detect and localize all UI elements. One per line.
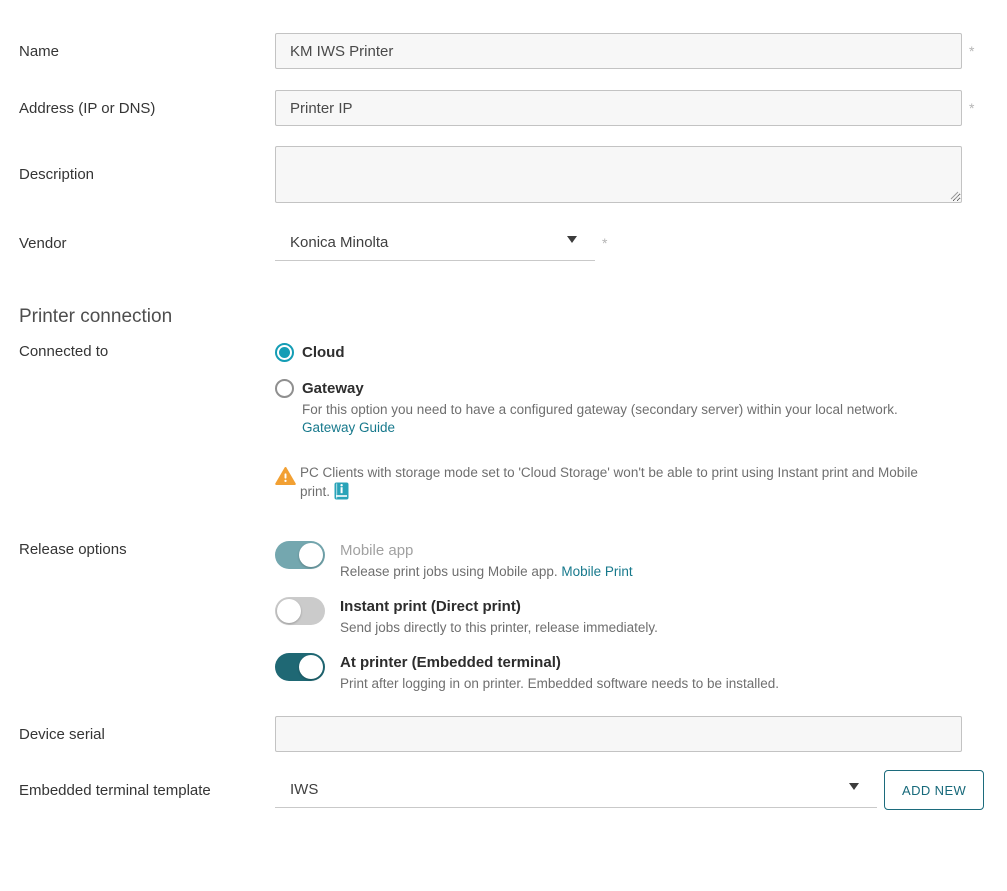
add-new-button[interactable]: ADD NEW bbox=[884, 770, 984, 810]
description-textarea[interactable] bbox=[275, 146, 962, 203]
embedded-terminal-select[interactable]: IWS bbox=[275, 772, 877, 808]
description-label: Description bbox=[0, 166, 275, 183]
at-printer-description: Print after logging in on printer. Embed… bbox=[340, 675, 779, 693]
name-row: Name * bbox=[0, 33, 1007, 69]
address-label: Address (IP or DNS) bbox=[0, 100, 275, 117]
toggle-row-instant-print: Instant print (Direct print) Send jobs d… bbox=[275, 597, 779, 637]
toggle-knob bbox=[299, 543, 323, 567]
radio-button-gateway[interactable] bbox=[275, 379, 294, 398]
vendor-row: Vendor Konica Minolta * bbox=[0, 225, 1007, 261]
warning-text: PC Clients with storage mode set to 'Clo… bbox=[300, 464, 951, 501]
at-printer-toggle[interactable] bbox=[275, 653, 325, 681]
info-manual-icon[interactable] bbox=[334, 482, 349, 500]
description-row: Description bbox=[0, 146, 1007, 203]
required-asterisk: * bbox=[969, 43, 974, 59]
chevron-down-icon bbox=[849, 783, 859, 790]
mobile-app-description: Release print jobs using Mobile app. Mob… bbox=[340, 563, 633, 581]
mobile-app-toggle[interactable] bbox=[275, 541, 325, 569]
mobile-app-title: Mobile app bbox=[340, 541, 633, 561]
device-serial-label: Device serial bbox=[0, 726, 275, 743]
toggle-knob bbox=[299, 655, 323, 679]
name-label: Name bbox=[0, 43, 275, 60]
warning-triangle-icon bbox=[275, 466, 296, 486]
toggle-row-at-printer: At printer (Embedded terminal) Print aft… bbox=[275, 653, 779, 693]
radio-label-cloud[interactable]: Cloud bbox=[302, 343, 345, 362]
instant-print-description: Send jobs directly to this printer, rele… bbox=[340, 619, 658, 637]
embedded-terminal-select-value: IWS bbox=[275, 781, 318, 798]
device-serial-row: Device serial bbox=[0, 716, 1007, 752]
mobile-print-link[interactable]: Mobile Print bbox=[561, 564, 632, 579]
instant-print-title: Instant print (Direct print) bbox=[340, 597, 658, 617]
radio-option-cloud[interactable]: Cloud bbox=[275, 343, 951, 362]
radio-label-gateway[interactable]: Gateway bbox=[302, 379, 898, 398]
vendor-select-value: Konica Minolta bbox=[275, 234, 388, 251]
gateway-description: For this option you need to have a confi… bbox=[302, 401, 898, 419]
vendor-select[interactable]: Konica Minolta bbox=[275, 225, 595, 261]
connected-to-row: Connected to Cloud Gateway For this opti… bbox=[0, 343, 1007, 501]
radio-option-gateway[interactable]: Gateway For this option you need to have… bbox=[275, 379, 951, 437]
address-row: Address (IP or DNS) * bbox=[0, 90, 1007, 126]
gateway-guide-link[interactable]: Gateway Guide bbox=[302, 420, 395, 435]
printer-connection-heading: Printer connection bbox=[19, 306, 1007, 328]
toggle-row-mobile-app: Mobile app Release print jobs using Mobi… bbox=[275, 541, 779, 581]
chevron-down-icon bbox=[567, 236, 577, 243]
instant-print-toggle[interactable] bbox=[275, 597, 325, 625]
toggle-knob bbox=[277, 599, 301, 623]
required-asterisk: * bbox=[602, 235, 607, 251]
embedded-terminal-label: Embedded terminal template bbox=[0, 782, 275, 799]
release-options-row: Release options Mobile app Release print… bbox=[0, 541, 1007, 693]
required-asterisk: * bbox=[969, 100, 974, 116]
vendor-label: Vendor bbox=[0, 235, 275, 252]
device-serial-input[interactable] bbox=[275, 716, 962, 752]
radio-button-cloud[interactable] bbox=[275, 343, 294, 362]
connected-to-label: Connected to bbox=[0, 343, 275, 360]
address-input[interactable] bbox=[275, 90, 962, 126]
embedded-terminal-row: Embedded terminal template IWS ADD NEW bbox=[0, 770, 1007, 810]
at-printer-title: At printer (Embedded terminal) bbox=[340, 653, 779, 673]
warning-banner: PC Clients with storage mode set to 'Clo… bbox=[275, 464, 951, 501]
release-options-label: Release options bbox=[0, 541, 275, 558]
name-input[interactable] bbox=[275, 33, 962, 69]
